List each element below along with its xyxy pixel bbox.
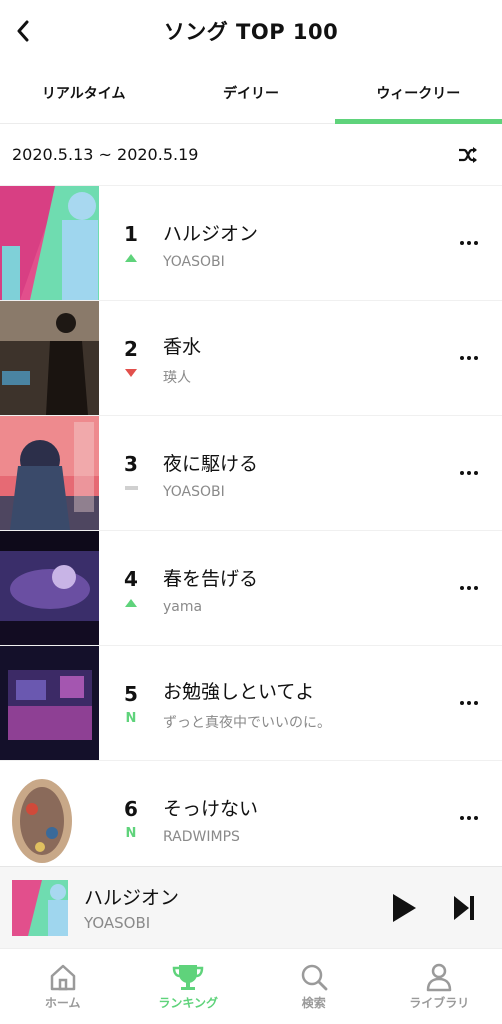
song-row[interactable]: 1 ハルジオン YOASOBI <box>0 186 502 301</box>
album-art <box>0 186 99 300</box>
rank-down-icon <box>125 369 137 377</box>
tab-daily[interactable]: デイリー <box>167 62 334 123</box>
search-icon <box>301 964 328 991</box>
rank-up-icon <box>125 254 137 262</box>
song-row[interactable]: 2 香水 瑛人 <box>0 301 502 416</box>
next-button[interactable] <box>444 888 484 928</box>
rank-new-badge: N <box>125 825 137 841</box>
tab-weekly[interactable]: ウィークリー <box>334 62 502 124</box>
rank-number: 1 <box>124 222 138 246</box>
nav-library[interactable]: ライブラリ <box>377 949 502 1024</box>
page-title: ソング TOP 100 <box>163 20 339 44</box>
header: ソング TOP 100 <box>0 0 502 62</box>
more-button[interactable] <box>444 453 494 493</box>
rank-up-icon <box>125 599 137 607</box>
play-button[interactable] <box>384 888 424 928</box>
song-row[interactable]: 3 夜に駆ける YOASOBI <box>0 416 502 531</box>
player-album-art <box>12 879 68 936</box>
song-title: 夜に駆ける <box>163 452 259 475</box>
nav-ranking-label: ランキング <box>158 996 219 1010</box>
rank-new-badge: N <box>125 710 137 726</box>
album-art <box>0 416 99 530</box>
trophy-icon <box>172 965 204 990</box>
album-art <box>0 646 99 760</box>
nav-home[interactable]: ホーム <box>0 949 126 1024</box>
player-song-title: ハルジオン <box>84 887 180 909</box>
nav-search-label: 検索 <box>301 996 326 1010</box>
song-row[interactable]: 5 N お勉強しといてよ ずっと真夜中でいいのに。 <box>0 646 502 761</box>
album-art <box>0 761 99 875</box>
more-button[interactable] <box>444 223 494 263</box>
rank-number: 3 <box>124 452 138 476</box>
album-art <box>0 531 99 645</box>
album-art <box>0 301 99 415</box>
rank-number: 2 <box>124 337 138 361</box>
nav-ranking[interactable]: ランキング <box>126 949 252 1024</box>
date-range: 2020.5.13 ~ 2020.5.19 <box>12 145 199 164</box>
more-button[interactable] <box>444 798 494 838</box>
skip-next-icon <box>454 895 474 920</box>
nav-library-label: ライブラリ <box>409 996 470 1010</box>
tab-realtime[interactable]: リアルタイム <box>0 62 167 123</box>
player-artist: YOASOBI <box>84 914 151 932</box>
tab-bar: リアルタイム デイリー ウィークリー <box>0 62 502 124</box>
play-icon <box>393 893 416 922</box>
date-range-row: 2020.5.13 ~ 2020.5.19 <box>0 124 502 186</box>
song-artist: YOASOBI <box>163 253 225 270</box>
rank-same-icon <box>124 486 138 490</box>
song-artist: 瑛人 <box>163 369 191 386</box>
song-title: お勉強しといてよ <box>163 680 315 703</box>
song-title: 香水 <box>163 335 202 358</box>
song-row[interactable]: 4 春を告げる yama <box>0 531 502 646</box>
song-artist: yama <box>163 598 203 615</box>
shuffle-button[interactable] <box>456 143 480 167</box>
chevron-left-icon <box>17 20 29 42</box>
song-artist: ずっと真夜中でいいのに。 <box>163 714 331 731</box>
rank-number: 4 <box>124 567 138 591</box>
song-list: 1 ハルジオン YOASOBI 2 香水 瑛人 3 夜に駆ける YOASOBI … <box>0 186 502 876</box>
song-title: 春を告げる <box>163 567 259 590</box>
nav-search[interactable]: 検索 <box>251 949 377 1024</box>
home-icon <box>50 964 75 991</box>
person-icon <box>427 963 452 992</box>
more-button[interactable] <box>444 338 494 378</box>
more-button[interactable] <box>444 683 494 723</box>
rank-number: 6 <box>124 797 138 821</box>
song-title: そっけない <box>163 797 259 820</box>
nav-home-label: ホーム <box>44 996 81 1010</box>
song-title: ハルジオン <box>163 222 259 245</box>
more-button[interactable] <box>444 568 494 608</box>
song-artist: YOASOBI <box>163 483 225 500</box>
mini-player[interactable]: ハルジオン YOASOBI <box>0 866 502 948</box>
song-row[interactable]: 6 N そっけない RADWIMPS <box>0 761 502 876</box>
shuffle-icon <box>459 147 477 163</box>
rank-number: 5 <box>124 682 138 706</box>
back-button[interactable] <box>6 14 40 48</box>
song-artist: RADWIMPS <box>163 828 240 845</box>
bottom-nav: ホーム ランキング 検索 ライブラリ <box>0 948 502 1024</box>
